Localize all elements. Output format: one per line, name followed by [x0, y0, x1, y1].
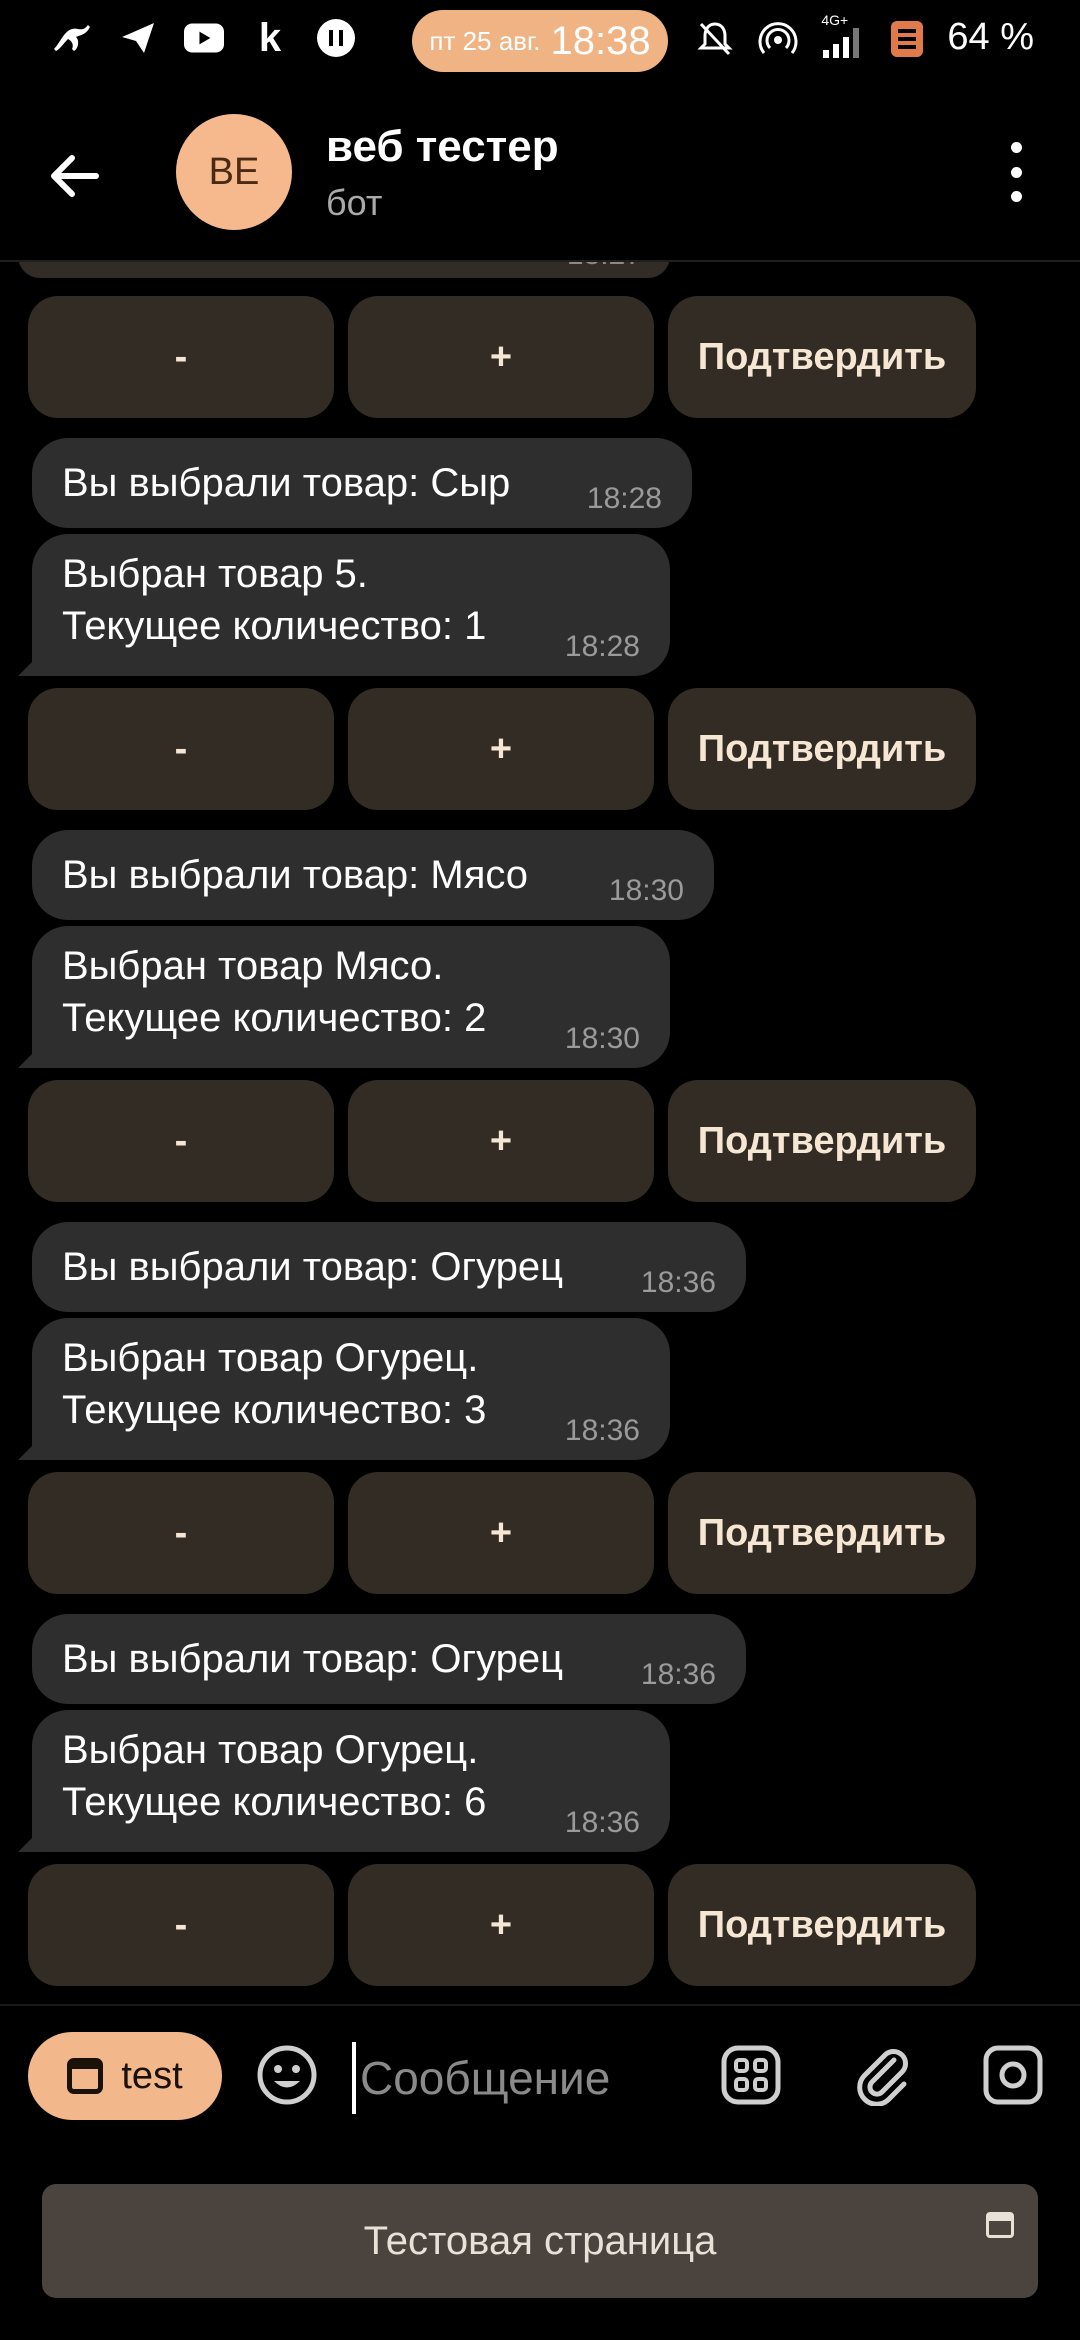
dot — [1010, 142, 1022, 153]
commands-grid-icon[interactable] — [720, 2044, 782, 2106]
bubble-tail — [18, 1430, 48, 1460]
webapp-button-label: Тестовая страница — [363, 2218, 717, 2263]
message-text: Вы выбрали товар: Огурец — [62, 1245, 564, 1289]
minus-button[interactable]: - — [28, 1472, 334, 1594]
confirm-button[interactable]: Подтвердить — [668, 296, 976, 418]
minus-button[interactable]: - — [28, 296, 334, 418]
bot-menu-button[interactable]: test — [28, 2032, 222, 2120]
message-line-1: Выбран товар Огурец. — [62, 1728, 479, 1772]
plus-button[interactable]: + — [348, 1864, 654, 1986]
message-list[interactable]: 18:27 - + Подтвердить Вы выбрали товар: … — [0, 262, 1080, 2002]
bubble-tail — [18, 646, 48, 676]
camera-icon[interactable] — [982, 2044, 1044, 2106]
dot — [1010, 191, 1022, 202]
bubble-tail — [18, 1822, 48, 1852]
message-line-2: Текущее количество: 3 — [62, 1388, 487, 1432]
message-bubble[interactable]: Выбран товар 5. Текущее количество: 1 18… — [18, 534, 670, 676]
battery-saver-icon — [891, 20, 924, 57]
message-bubble[interactable]: Вы выбрали товар: Мясо 18:30 — [32, 830, 714, 920]
mute-bell-icon — [697, 21, 733, 55]
chat-header: BE веб тестер бот — [0, 86, 1080, 262]
dot — [1010, 166, 1022, 178]
plus-button[interactable]: + — [348, 296, 654, 418]
message-time: 18:28 — [564, 630, 640, 663]
minus-button[interactable]: - — [28, 1864, 334, 1986]
inline-keyboard: - + Подтвердить — [28, 296, 976, 418]
attach-icon[interactable] — [852, 2044, 914, 2106]
k-app-icon: k — [258, 15, 282, 60]
message-line-1: Выбран товар 5. — [62, 552, 368, 596]
message-line-2: Текущее количество: 1 — [62, 604, 487, 648]
plus-button[interactable]: + — [348, 1080, 654, 1202]
minus-button[interactable]: - — [28, 688, 334, 810]
message-line-1: Выбран товар Мясо. — [62, 944, 444, 988]
window-icon — [67, 2058, 104, 2094]
message-input[interactable] — [352, 2042, 692, 2114]
signal-icon: 4G+ — [821, 12, 867, 58]
notification-icons: k — [52, 15, 356, 60]
avatar[interactable]: BE — [176, 114, 292, 230]
minus-button[interactable]: - — [28, 1080, 334, 1202]
hotspot-icon — [758, 21, 798, 54]
message-bubble[interactable]: Вы выбрали товар: Огурец 18:36 — [32, 1614, 746, 1704]
back-button[interactable] — [46, 146, 106, 206]
inline-keyboard: - + Подтвердить — [28, 688, 976, 810]
message-bubble-partial[interactable]: 18:27 — [18, 262, 670, 278]
message-bubble[interactable]: Выбран товар Огурец. Текущее количество:… — [18, 1318, 670, 1460]
message-time: 18:36 — [564, 1414, 640, 1447]
more-menu-button[interactable] — [996, 142, 1036, 202]
message-line-2: Текущее количество: 2 — [62, 996, 487, 1040]
youtube-icon — [184, 18, 224, 58]
message-time: 18:36 — [564, 1806, 640, 1839]
bot-menu-label: test — [121, 2054, 183, 2097]
chat-subtitle: бот — [326, 182, 383, 223]
message-bubble[interactable]: Вы выбрали товар: Огурец 18:36 — [32, 1222, 746, 1312]
confirm-button[interactable]: Подтвердить — [668, 1472, 976, 1594]
telegram-icon — [118, 18, 158, 58]
message-bubble[interactable]: Выбран товар Мясо. Текущее количество: 2… — [18, 926, 670, 1068]
message-time: 18:36 — [640, 1266, 716, 1299]
emoji-icon[interactable] — [256, 2044, 318, 2106]
message-line-2: Текущее количество: 6 — [62, 1780, 487, 1824]
date-time-pill: пт 25 авг. 18:38 — [412, 10, 668, 72]
message-time: 18:28 — [586, 482, 662, 515]
window-icon — [986, 2212, 1014, 2238]
plus-button[interactable]: + — [348, 1472, 654, 1594]
bubble-tail — [18, 1038, 48, 1068]
chat-title[interactable]: веб тестер — [326, 122, 559, 172]
message-text: Вы выбрали товар: Огурец — [62, 1637, 564, 1681]
status-date: пт 25 авг. — [429, 25, 541, 56]
message-time: 18:27 — [567, 262, 642, 272]
confirm-button[interactable]: Подтвердить — [668, 1080, 976, 1202]
battery-percent: 64 % — [947, 16, 1034, 58]
arrow-left-icon — [51, 155, 99, 197]
message-text: Вы выбрали товар: Сыр — [62, 461, 511, 505]
bank-app-icon — [316, 18, 356, 58]
message-time: 18:30 — [564, 1022, 640, 1055]
plus-button[interactable]: + — [348, 688, 654, 810]
message-bubble[interactable]: Вы выбрали товар: Сыр 18:28 — [32, 438, 692, 528]
inline-keyboard: - + Подтвердить — [28, 1864, 976, 1986]
webapp-button[interactable]: Тестовая страница — [42, 2184, 1038, 2298]
confirm-button[interactable]: Подтвердить — [668, 1864, 976, 1986]
composer: test — [0, 2004, 1080, 2146]
status-time: 18:38 — [550, 18, 651, 63]
confirm-button[interactable]: Подтвердить — [668, 688, 976, 810]
message-bubble[interactable]: Выбран товар Огурец. Текущее количество:… — [18, 1710, 670, 1852]
inline-keyboard: - + Подтвердить — [28, 1080, 976, 1202]
message-time: 18:36 — [640, 1658, 716, 1691]
status-bar: k пт 25 авг. 18:38 4G+ 64 % — [0, 0, 1080, 86]
inline-keyboard: - + Подтвердить — [28, 1472, 976, 1594]
puma-icon — [52, 18, 92, 58]
system-icons: 4G+ 64 % — [695, 12, 1034, 59]
message-text: Вы выбрали товар: Мясо — [62, 853, 529, 897]
message-time: 18:30 — [608, 874, 684, 907]
message-line-1: Выбран товар Огурец. — [62, 1336, 479, 1380]
